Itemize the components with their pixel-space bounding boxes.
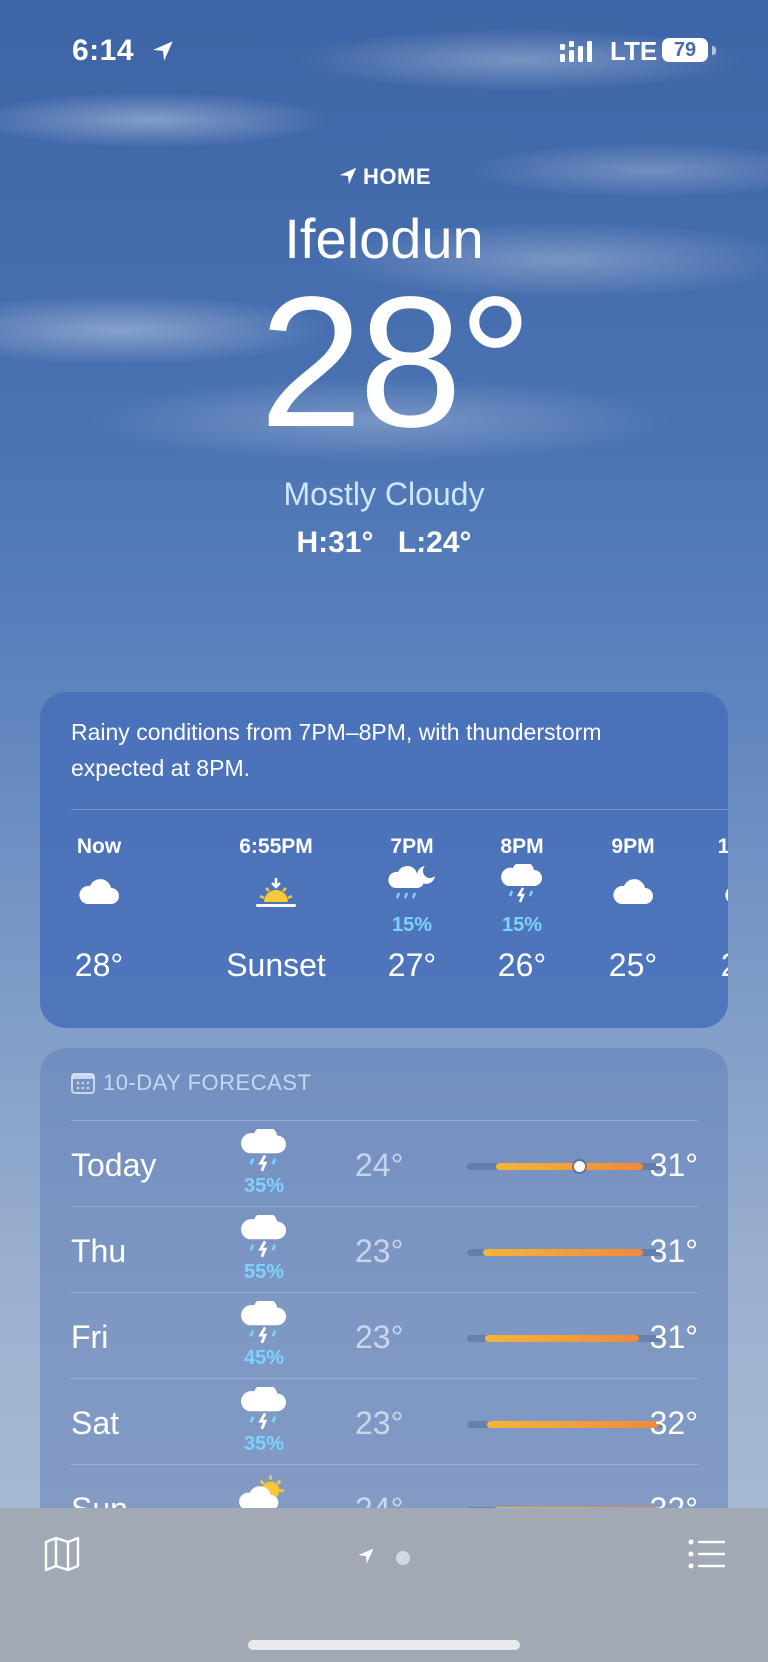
cloud-icon [79,879,119,904]
high-low: H:31° L:24° [0,526,768,560]
hour-temp: 28° [74,947,124,983]
day-low: 23° [355,1233,404,1269]
hour-item: 6:55PM Sunset [171,832,381,983]
hour-label: 7PM [390,835,434,858]
hour-precip: 15% [501,914,543,936]
temp-range-fill [486,1421,660,1428]
hour-label: 6:55PM [239,835,313,858]
temp-range-bar [467,1421,663,1428]
page-indicator-dot[interactable] [396,1551,410,1565]
cloud-moon-rain-icon [388,865,435,899]
hour-temp: 25° [608,947,658,983]
cloud-icon [613,879,653,904]
hour-temp: 25° [690,947,728,984]
day-name: Fri [71,1319,109,1355]
day-precip: 35% [243,1433,285,1455]
home-label: HOME [363,164,431,189]
hourly-forecast-card[interactable]: Rainy conditions from 7PM–8PM, with thun… [40,692,728,1028]
low-temp: L:24° [397,526,472,559]
forecast-day-row[interactable]: Fri 45% 23° 31° [71,1292,698,1379]
hour-temp: Sunset [226,947,326,983]
hour-item: Now 28° [44,832,154,983]
temp-range-fill [484,1335,640,1342]
hour-label: 10PM [717,835,728,858]
day-low: 24° [355,1147,404,1183]
high-temp: H:31° [296,526,374,559]
status-bar: 6:14 LTE 79 [0,28,768,72]
hour-label: Now [76,835,122,858]
day-high: 31° [649,1147,698,1183]
ten-day-title: 10-DAY FORECAST [71,1070,311,1096]
bottom-toolbar [0,1508,768,1662]
forecast-day-row[interactable]: Sat 35% 23° 32° [71,1378,698,1465]
ten-day-title-text: 10-DAY FORECAST [103,1070,312,1095]
hour-item: 7PM 15% 27° [357,832,467,983]
day-name: Sat [71,1405,120,1441]
map-icon[interactable] [42,1534,82,1574]
day-high: 31° [649,1319,698,1355]
day-precip: 45% [243,1347,285,1369]
temp-range-bar [467,1161,663,1172]
ten-day-forecast-card[interactable]: 10-DAY FORECAST Today 35% 24° 31° Thu 55… [40,1048,728,1568]
temp-range-bar [467,1249,663,1256]
day-low: 23° [355,1319,404,1355]
temp-range-fill [482,1249,644,1256]
day-precip: 55% [243,1261,285,1283]
day-high: 32° [649,1405,698,1441]
battery-nub [712,46,716,55]
forecast-day-row[interactable]: Thu 55% 23° 31° [71,1206,698,1293]
cloud-bolt-rain-icon [241,1387,286,1430]
network-type: LTE [610,36,658,66]
divider [71,809,728,810]
day-name: Today [71,1147,157,1183]
hour-temp: 26° [497,947,547,983]
hour-temp: 27° [387,947,437,983]
battery-level: 79 [662,38,708,62]
hour-item: 8PM 15% 26° [467,832,577,983]
temp-range-bar [467,1335,663,1342]
forecast-day-row[interactable]: Today 35% 24° 31° [71,1120,698,1207]
home-indicator[interactable] [248,1640,520,1650]
hour-label: 9PM [611,835,655,858]
status-time: 6:14 [72,34,135,67]
home-label-row: HOME [0,164,768,190]
location-arrow-icon [153,41,173,61]
cloud-bolt-rain-icon [501,864,542,903]
cloud-bolt-rain-icon [241,1215,286,1258]
weather-summary: Rainy conditions from 7PM–8PM, with thun… [71,719,602,781]
list-icon[interactable] [688,1538,726,1570]
hour-item: 9PM 25° [578,832,688,983]
hour-label: 8PM [500,835,544,858]
hour-item: 10PM 25° [690,832,728,983]
cloud-bolt-rain-icon [241,1129,286,1172]
cloud-icon [725,888,728,902]
current-condition: Mostly Cloudy [283,476,485,512]
day-low: 23° [355,1405,404,1441]
cellular-signal-icon [560,41,592,62]
location-page-indicator-icon[interactable] [356,1546,376,1566]
day-precip: 35% [243,1175,285,1197]
sunset-icon [256,878,296,907]
temp-range-fill [496,1163,644,1170]
day-high: 31° [649,1233,698,1269]
calendar-icon [71,1073,95,1094]
day-name: Thu [71,1233,127,1269]
cloud-bolt-rain-icon [241,1301,286,1344]
current-temperature: 28° [259,259,532,466]
current-temp-dot [573,1161,585,1172]
hour-precip: 15% [391,914,433,936]
hourly-list[interactable]: Now 28° 6:55PM Sunset 7PM 15% 27° 8PM 15… [40,832,728,1012]
location-arrow-icon [339,167,357,185]
